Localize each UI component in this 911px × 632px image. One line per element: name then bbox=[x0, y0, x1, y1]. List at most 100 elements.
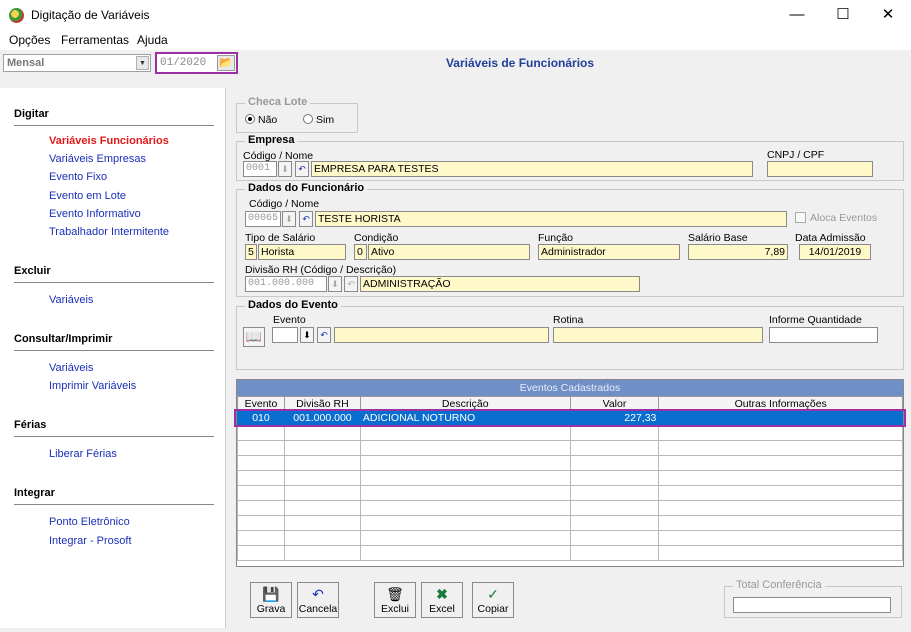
evento-code-field[interactable] bbox=[272, 327, 298, 343]
exclui-button[interactable]: 🗑 Exclui bbox=[374, 582, 416, 618]
competence-date-field[interactable]: 01/2020 📂 bbox=[155, 52, 238, 74]
divisao-rh-field[interactable]: ADMINISTRAÇÃO bbox=[360, 276, 640, 292]
table-row[interactable] bbox=[237, 530, 903, 546]
undo-icon[interactable]: ↶ bbox=[299, 211, 313, 227]
tipo-salario-code[interactable]: 5 bbox=[245, 244, 257, 260]
empresa-codigo-field[interactable]: 0001 bbox=[243, 161, 277, 177]
undo-icon[interactable]: ↶ bbox=[344, 276, 358, 292]
window-title: Digitação de Variáveis bbox=[31, 8, 150, 22]
excel-button[interactable]: ✖ Excel bbox=[421, 582, 463, 618]
cnpj-field[interactable] bbox=[767, 161, 873, 177]
empresa-group: Empresa Código / Nome 0001 ⬇ ↶ EMPRESA P… bbox=[236, 134, 904, 181]
table-row[interactable] bbox=[237, 455, 903, 471]
undo-icon[interactable]: ↶ bbox=[295, 161, 309, 177]
sidebar-item-imprimir-variaveis[interactable]: Imprimir Variáveis bbox=[49, 380, 136, 392]
funcionario-title: Dados do Funcionário bbox=[245, 182, 368, 194]
rotina-field[interactable] bbox=[553, 327, 763, 343]
minimize-button[interactable]: — bbox=[774, 0, 820, 30]
radio-selected-icon[interactable] bbox=[245, 114, 255, 124]
period-value: Mensal bbox=[7, 57, 45, 69]
download-icon[interactable]: ⬇ bbox=[282, 211, 296, 227]
menu-bar: Opções Ferramentas Ajuda bbox=[0, 30, 911, 50]
radio-icon[interactable] bbox=[303, 114, 313, 124]
total-conferencia-group: Total Conferência bbox=[724, 579, 902, 618]
checkmark-icon: ✓ bbox=[487, 586, 499, 602]
table-row[interactable] bbox=[237, 515, 903, 531]
app-icon bbox=[9, 8, 24, 23]
empresa-title: Empresa bbox=[245, 134, 298, 146]
exclui-label: Exclui bbox=[380, 603, 409, 615]
radio-sim[interactable]: Sim bbox=[303, 114, 334, 126]
sidebar-heading-consultar: Consultar/Imprimir bbox=[14, 333, 113, 345]
funcionario-codigo-field[interactable]: 00065 bbox=[245, 211, 281, 227]
menu-ajuda[interactable]: Ajuda bbox=[137, 33, 168, 47]
condicao-code[interactable]: 0 bbox=[354, 244, 367, 260]
menu-opcoes[interactable]: Opções bbox=[9, 33, 50, 47]
table-row[interactable] bbox=[237, 545, 903, 561]
sidebar-item-evento-fixo[interactable]: Evento Fixo bbox=[49, 171, 107, 183]
funcionario-nome-field[interactable]: TESTE HORISTA bbox=[315, 211, 787, 227]
close-button[interactable]: ✕ bbox=[865, 0, 911, 30]
excel-label: Excel bbox=[429, 603, 455, 615]
period-select[interactable]: Mensal ▼ bbox=[3, 54, 151, 72]
evento-descricao-field[interactable] bbox=[334, 327, 549, 343]
salario-base-label: Salário Base bbox=[688, 232, 748, 244]
sidebar-item-evento-informativo[interactable]: Evento Informativo bbox=[49, 208, 141, 220]
funcao-field[interactable]: Administrador bbox=[538, 244, 680, 260]
data-admissao-field[interactable]: 14/01/2019 bbox=[799, 244, 871, 260]
sidebar-heading-digitar: Digitar bbox=[14, 108, 49, 120]
download-icon[interactable]: ⬇ bbox=[300, 327, 314, 343]
folder-open-icon[interactable]: 📂 bbox=[217, 55, 235, 71]
download-icon[interactable]: ⬇ bbox=[278, 161, 292, 177]
sidebar-item-consultar-variaveis[interactable]: Variáveis bbox=[49, 362, 93, 374]
salario-base-field[interactable]: 7,89 bbox=[688, 244, 788, 260]
maximize-button[interactable]: ☐ bbox=[820, 0, 866, 30]
table-row[interactable] bbox=[237, 485, 903, 501]
undo-icon[interactable]: ↶ bbox=[317, 327, 331, 343]
download-icon[interactable]: ⬇ bbox=[328, 276, 342, 292]
data-admissao-label: Data Admissão bbox=[795, 232, 866, 244]
divisao-rh-code[interactable]: 001.000.000 bbox=[245, 276, 327, 292]
excel-icon: ✖ bbox=[436, 586, 448, 602]
table-row[interactable] bbox=[237, 440, 903, 456]
quantidade-label: Informe Quantidade bbox=[769, 314, 862, 326]
sidebar-item-variaveis-funcionarios[interactable]: Variáveis Funcionários bbox=[49, 135, 169, 147]
sidebar-item-trabalhador-intermitente[interactable]: Trabalhador Intermitente bbox=[49, 226, 169, 238]
sidebar-item-evento-lote[interactable]: Evento em Lote bbox=[49, 190, 126, 202]
competence-date-value: 01/2020 bbox=[160, 57, 207, 69]
copiar-button[interactable]: ✓ Copiar bbox=[472, 582, 514, 618]
empresa-nome-field[interactable]: EMPRESA PARA TESTES bbox=[311, 161, 753, 177]
menu-ferramentas[interactable]: Ferramentas bbox=[61, 33, 129, 47]
sidebar-item-variaveis-empresas[interactable]: Variáveis Empresas bbox=[49, 153, 146, 165]
sidebar-heading-excluir: Excluir bbox=[14, 265, 51, 277]
radio-nao[interactable]: Não bbox=[245, 114, 277, 126]
grava-button[interactable]: 💾 Grava bbox=[250, 582, 292, 618]
condicao-label: Condição bbox=[354, 232, 399, 244]
title-bar: Digitação de Variáveis — ☐ ✕ bbox=[0, 0, 911, 30]
copiar-label: Copiar bbox=[477, 603, 509, 615]
table-row[interactable] bbox=[237, 500, 903, 516]
sidebar-item-integrar-prosoft[interactable]: Integrar - Prosoft bbox=[49, 535, 132, 547]
cancela-button[interactable]: ↶ Cancela bbox=[297, 582, 339, 618]
divider bbox=[14, 436, 214, 437]
book-icon[interactable]: 📖 bbox=[243, 327, 265, 347]
sidebar-item-ponto-eletronico[interactable]: Ponto Eletrônico bbox=[49, 516, 130, 528]
trash-icon: 🗑 bbox=[386, 586, 404, 602]
tipo-salario-field[interactable]: Horista bbox=[258, 244, 346, 260]
evento-label: Evento bbox=[273, 314, 306, 326]
total-conferencia-field bbox=[733, 597, 891, 613]
selected-row-highlight bbox=[234, 409, 906, 427]
condicao-field[interactable]: Ativo bbox=[368, 244, 530, 260]
total-conferencia-label: Total Conferência bbox=[733, 579, 825, 591]
divider bbox=[14, 504, 214, 505]
sidebar-item-excluir-variaveis[interactable]: Variáveis bbox=[49, 294, 93, 306]
table-row[interactable] bbox=[237, 470, 903, 486]
page-title: Variáveis de Funcionários bbox=[445, 56, 595, 70]
evento-group: Dados do Evento Evento 📖 ⬇ ↶ Rotina Info… bbox=[236, 299, 904, 370]
chevron-down-icon[interactable]: ▼ bbox=[136, 56, 149, 70]
sidebar-item-liberar-ferias[interactable]: Liberar Férias bbox=[49, 448, 117, 460]
aloca-eventos-checkbox[interactable] bbox=[795, 212, 806, 223]
table-row[interactable] bbox=[237, 425, 903, 441]
quantidade-field[interactable] bbox=[769, 327, 878, 343]
checa-lote-title: Checa Lote bbox=[245, 96, 311, 108]
